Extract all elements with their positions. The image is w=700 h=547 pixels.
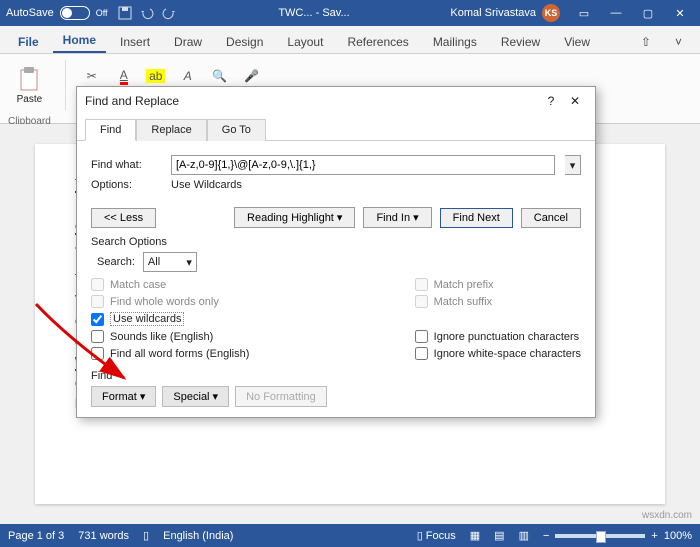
title-bar: AutoSave Off TWC... - Sav... Komal Sriva… (0, 0, 700, 26)
dialog-tabs: Find Replace Go To (77, 115, 595, 141)
tab-goto[interactable]: Go To (207, 119, 266, 141)
search-direction-select[interactable]: All ▾ (143, 252, 197, 272)
spellcheck-icon[interactable]: ▯ (143, 529, 149, 542)
reading-highlight-button[interactable]: Reading Highlight ▾ (234, 207, 355, 228)
close-window-icon[interactable]: ✕ (666, 3, 694, 23)
zoom-control[interactable]: − + 100% (543, 530, 692, 542)
view-web-icon[interactable]: ▥ (519, 529, 529, 542)
collapse-ribbon-icon[interactable]: ˅ (665, 31, 692, 53)
tab-find[interactable]: Find (85, 119, 136, 141)
font-color-icon[interactable]: A (112, 64, 136, 88)
word-forms-checkbox[interactable]: Find all word forms (English) (91, 347, 249, 360)
ribbon-display-icon[interactable]: ▭ (570, 3, 598, 23)
quick-access-toolbar (116, 4, 178, 22)
help-button[interactable]: ? (539, 94, 563, 108)
whole-words-checkbox: Find whole words only (91, 295, 249, 308)
cancel-button[interactable]: Cancel (521, 208, 581, 228)
tab-design[interactable]: Design (216, 31, 273, 53)
tab-review[interactable]: Review (491, 31, 550, 53)
undo-icon[interactable] (138, 4, 156, 22)
view-print-icon[interactable]: ▦ (470, 529, 480, 542)
ignore-punctuation-checkbox[interactable]: Ignore punctuation characters (415, 330, 581, 343)
use-wildcards-checkbox[interactable]: Use wildcards (91, 312, 249, 326)
save-icon[interactable] (116, 4, 134, 22)
options-label: Options: (91, 179, 161, 191)
focus-mode-button[interactable]: ▯ Focus (417, 529, 456, 542)
cut-icon[interactable]: ✂ (80, 64, 104, 88)
share-button[interactable]: ⇧ (631, 31, 661, 53)
close-dialog-icon[interactable]: ✕ (563, 94, 587, 108)
find-what-label: Find what: (91, 159, 161, 171)
find-what-dropdown-icon[interactable]: ▾ (565, 155, 581, 175)
search-direction-value: All (148, 256, 160, 268)
status-language[interactable]: English (India) (163, 530, 233, 542)
format-button[interactable]: Format ▾ (91, 386, 156, 407)
dialog-body: Find what: ▾ Options: Use Wildcards << L… (77, 140, 595, 417)
user-account[interactable]: Komal Srivastava KS (450, 4, 560, 22)
match-prefix-checkbox: Match prefix (415, 278, 581, 291)
minimize-icon[interactable]: — (602, 3, 630, 23)
autosave-control[interactable]: AutoSave Off (6, 6, 108, 20)
document-title: TWC... - Sav... (178, 7, 451, 19)
tab-insert[interactable]: Insert (110, 31, 160, 53)
zoom-slider[interactable] (555, 534, 645, 538)
tab-file[interactable]: File (8, 31, 49, 53)
ignore-whitespace-checkbox[interactable]: Ignore white-space characters (415, 347, 581, 360)
status-words[interactable]: 731 words (78, 530, 129, 542)
find-section-label: Find (91, 370, 581, 382)
clipboard-group: Paste Clipboard (8, 60, 51, 127)
dictate-icon[interactable]: 🎤 (240, 64, 264, 88)
tab-references[interactable]: References (337, 31, 418, 53)
zoom-level[interactable]: 100% (664, 530, 692, 542)
watermark-text: wsxdn.com (642, 510, 692, 521)
autosave-label: AutoSave (6, 7, 54, 19)
clear-format-icon[interactable]: A (176, 64, 200, 88)
tab-mailings[interactable]: Mailings (423, 31, 487, 53)
search-direction-label: Search: (97, 256, 135, 268)
search-icon[interactable]: 🔍 (208, 64, 232, 88)
redo-icon[interactable] (160, 4, 178, 22)
maximize-icon[interactable]: ▢ (634, 3, 662, 23)
match-case-checkbox: Match case (91, 278, 249, 291)
options-value: Use Wildcards (171, 179, 242, 191)
search-options-label: Search Options (91, 236, 581, 248)
dialog-title: Find and Replace (85, 94, 179, 108)
autosave-toggle[interactable] (60, 6, 90, 20)
tab-home[interactable]: Home (53, 29, 106, 53)
sounds-like-checkbox[interactable]: Sounds like (English) (91, 330, 249, 343)
status-page[interactable]: Page 1 of 3 (8, 530, 64, 542)
view-read-icon[interactable]: ▤ (494, 529, 504, 542)
find-replace-dialog: Find and Replace ? ✕ Find Replace Go To … (76, 86, 596, 418)
avatar: KS (542, 4, 560, 22)
paste-button[interactable]: Paste (9, 60, 49, 110)
paste-label: Paste (17, 94, 43, 105)
status-bar: Page 1 of 3 731 words ▯ English (India) … (0, 524, 700, 547)
tab-layout[interactable]: Layout (277, 31, 333, 53)
find-what-input[interactable] (171, 155, 555, 175)
find-next-button[interactable]: Find Next (440, 208, 513, 228)
tab-draw[interactable]: Draw (164, 31, 212, 53)
less-button[interactable]: << Less (91, 208, 156, 228)
zoom-in-icon[interactable]: + (651, 530, 657, 542)
user-name: Komal Srivastava (450, 7, 536, 19)
dialog-titlebar[interactable]: Find and Replace ? ✕ (77, 87, 595, 115)
special-button[interactable]: Special ▾ (162, 386, 229, 407)
autosave-state: Off (96, 8, 108, 18)
zoom-out-icon[interactable]: − (543, 530, 549, 542)
tab-replace[interactable]: Replace (136, 119, 206, 141)
ribbon-tabs: File Home Insert Draw Design Layout Refe… (0, 26, 700, 54)
highlight-icon[interactable]: ab (144, 64, 168, 88)
tab-view[interactable]: View (554, 31, 600, 53)
find-in-button[interactable]: Find In ▾ (363, 207, 431, 228)
chevron-down-icon: ▾ (186, 256, 192, 269)
no-formatting-button: No Formatting (235, 386, 327, 407)
match-suffix-checkbox: Match suffix (415, 295, 581, 308)
